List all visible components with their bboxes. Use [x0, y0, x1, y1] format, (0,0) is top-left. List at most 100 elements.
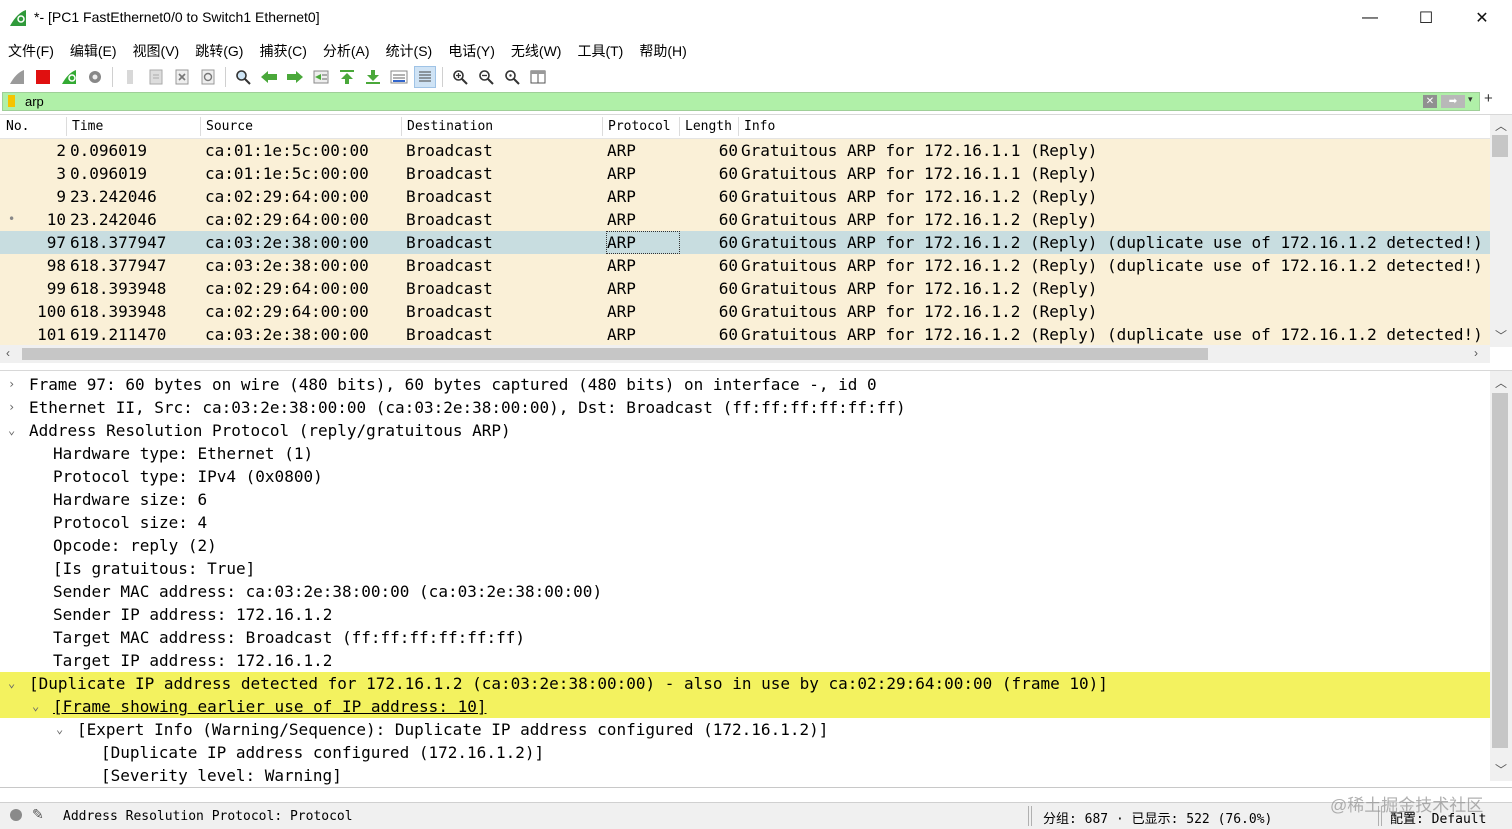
- close-file-icon[interactable]: [171, 66, 193, 88]
- detail-tree-item[interactable]: [Duplicate IP address configured (172.16…: [0, 741, 1490, 764]
- detail-tree-item[interactable]: [Severity level: Warning]: [0, 764, 1490, 787]
- go-last-packet-icon[interactable]: [362, 66, 384, 88]
- scroll-thumb[interactable]: [1492, 135, 1508, 157]
- scroll-thumb[interactable]: [22, 348, 1208, 360]
- menu-view[interactable]: 视图(V): [125, 38, 188, 62]
- scroll-up-icon[interactable]: ︿: [1495, 374, 1507, 391]
- go-to-packet-icon[interactable]: [310, 66, 332, 88]
- menu-telephony[interactable]: 电话(Y): [440, 38, 503, 62]
- packet-row[interactable]: 9 23.242046 ca:02:29:64:00:00 Broadcast ARP 6…: [0, 185, 1490, 208]
- menu-go[interactable]: 跳转(G): [187, 38, 251, 62]
- collapse-arrow-icon[interactable]: ⌄: [8, 672, 15, 695]
- detail-tree-item[interactable]: Protocol type: IPv4 (0x0800): [0, 465, 1490, 488]
- detail-tree-item[interactable]: › Frame 97: 60 bytes on wire (480 bits), …: [0, 373, 1490, 396]
- detail-tree-item[interactable]: Hardware type: Ethernet (1): [0, 442, 1490, 465]
- detail-tree-item[interactable]: Sender MAC address: ca:03:2e:38:00:00 (c…: [0, 580, 1490, 603]
- detail-tree-item[interactable]: ⌄ Address Resolution Protocol (reply/grat…: [0, 419, 1490, 442]
- packet-row[interactable]: 99 618.393948 ca:02:29:64:00:00 Broadcast AR…: [0, 277, 1490, 300]
- column-header-source[interactable]: Source: [206, 119, 253, 137]
- column-header-time[interactable]: Time: [72, 119, 103, 137]
- detail-tree-item[interactable]: Target IP address: 172.16.1.2: [0, 649, 1490, 672]
- add-filter-button[interactable]: +: [1484, 90, 1493, 107]
- expand-arrow-icon[interactable]: ›: [8, 396, 15, 419]
- expand-arrow-icon[interactable]: ›: [8, 373, 15, 396]
- display-filter-input[interactable]: [25, 93, 1405, 110]
- menu-file[interactable]: 文件(F): [0, 38, 62, 62]
- go-back-icon[interactable]: [258, 66, 280, 88]
- menu-capture[interactable]: 捕获(C): [251, 38, 314, 62]
- column-divider[interactable]: [679, 117, 680, 136]
- packet-row[interactable]: 101 619.211470 ca:03:2e:38:00:00 Broadcast A…: [0, 323, 1490, 346]
- column-divider[interactable]: [401, 117, 402, 136]
- maximize-button[interactable]: ☐: [1398, 0, 1454, 36]
- filter-bookmark-icon[interactable]: [8, 95, 15, 107]
- menu-tools[interactable]: 工具(T): [569, 38, 631, 62]
- detail-tree-item[interactable]: [Is gratuitous: True]: [0, 557, 1490, 580]
- column-header-length[interactable]: Length: [685, 119, 732, 137]
- filter-history-dropdown[interactable]: ▾: [1468, 94, 1473, 105]
- normal-size-icon[interactable]: [501, 66, 523, 88]
- scroll-thumb[interactable]: [1492, 393, 1508, 748]
- menu-statistics[interactable]: 统计(S): [378, 38, 441, 62]
- clear-filter-icon[interactable]: ✕: [1423, 95, 1437, 108]
- go-forward-icon[interactable]: [284, 66, 306, 88]
- detail-tree-item[interactable]: › Ethernet II, Src: ca:03:2e:38:00:00 (ca…: [0, 396, 1490, 419]
- colorize-list-icon[interactable]: [414, 66, 436, 88]
- menu-edit[interactable]: 编辑(E): [62, 38, 125, 62]
- reload-file-icon[interactable]: [197, 66, 219, 88]
- expert-info-icon[interactable]: [10, 809, 22, 821]
- menu-wireless[interactable]: 无线(W): [503, 38, 570, 62]
- collapse-arrow-icon[interactable]: ⌄: [56, 718, 63, 741]
- menu-help[interactable]: 帮助(H): [631, 38, 694, 62]
- auto-scroll-icon[interactable]: [388, 66, 410, 88]
- menu-analyze[interactable]: 分析(A): [315, 38, 378, 62]
- zoom-in-icon[interactable]: [449, 66, 471, 88]
- packet-row[interactable]: 100 618.393948 ca:02:29:64:00:00 Broadcast A…: [0, 300, 1490, 323]
- scroll-up-icon[interactable]: ︿: [1495, 117, 1507, 134]
- save-file-icon[interactable]: [145, 66, 167, 88]
- scroll-left-icon[interactable]: ‹: [6, 346, 10, 360]
- close-button[interactable]: ✕: [1454, 0, 1510, 36]
- minimize-button[interactable]: —: [1342, 0, 1398, 36]
- column-divider[interactable]: [66, 117, 67, 136]
- detail-tree-item[interactable]: Sender IP address: 172.16.1.2: [0, 603, 1490, 626]
- open-file-icon[interactable]: [119, 66, 141, 88]
- detail-tree-item[interactable]: Hardware size: 6: [0, 488, 1490, 511]
- detail-tree-item[interactable]: Target MAC address: Broadcast (ff:ff:ff:…: [0, 626, 1490, 649]
- column-divider[interactable]: [738, 117, 739, 136]
- column-header-destination[interactable]: Destination: [407, 119, 493, 137]
- find-packet-icon[interactable]: [232, 66, 254, 88]
- column-header-no[interactable]: No.: [6, 119, 29, 137]
- column-divider[interactable]: [602, 117, 603, 136]
- restart-capture-icon[interactable]: [58, 66, 80, 88]
- capture-comment-icon[interactable]: ✎: [32, 806, 44, 823]
- frame-reference-link[interactable]: [Frame showing earlier use of IP address…: [53, 695, 486, 718]
- packet-row[interactable]: • 10 23.242046 ca:02:29:64:00:00 Broadcast AR…: [0, 208, 1490, 231]
- column-header-protocol[interactable]: Protocol: [608, 119, 671, 137]
- column-header-info[interactable]: Info: [744, 119, 775, 137]
- packet-row[interactable]: 2 0.096019 ca:01:1e:5c:00:00 Broadcast ARP 60…: [0, 139, 1490, 162]
- detail-tree-item[interactable]: ⌄ [Frame showing earlier use of IP addres…: [0, 695, 1490, 718]
- packet-row[interactable]: 98 618.377947 ca:03:2e:38:00:00 Broadcast AR…: [0, 254, 1490, 277]
- go-first-packet-icon[interactable]: [336, 66, 358, 88]
- scroll-down-icon[interactable]: ﹀: [1495, 327, 1507, 344]
- collapse-arrow-icon[interactable]: ⌄: [32, 695, 39, 718]
- stop-capture-icon[interactable]: [32, 66, 54, 88]
- start-capture-icon[interactable]: [6, 66, 28, 88]
- packet-row[interactable]: 3 0.096019 ca:01:1e:5c:00:00 Broadcast ARP 60…: [0, 162, 1490, 185]
- packet-row[interactable]: 97 618.377947 ca:03:2e:38:00:00 Broadcast AR…: [0, 231, 1490, 254]
- detail-tree-item[interactable]: Opcode: reply (2): [0, 534, 1490, 557]
- apply-filter-icon[interactable]: ➡: [1441, 95, 1465, 108]
- detail-tree-item[interactable]: ⌄ [Duplicate IP address detected for 172.…: [0, 672, 1490, 695]
- detail-tree-item[interactable]: Protocol size: 4: [0, 511, 1490, 534]
- scroll-down-icon[interactable]: ﹀: [1495, 761, 1507, 778]
- detail-tree-item[interactable]: ⌄ [Expert Info (Warning/Sequence): Duplic…: [0, 718, 1490, 741]
- packet-list-vertical-scrollbar[interactable]: ︿ ﹀: [1490, 115, 1512, 347]
- column-divider[interactable]: [200, 117, 201, 136]
- packet-list-horizontal-scrollbar[interactable]: ‹ ›: [0, 345, 1490, 363]
- packet-bytes-pane[interactable]: [0, 787, 1512, 803]
- details-vertical-scrollbar[interactable]: ︿ ﹀: [1490, 371, 1512, 781]
- scroll-right-icon[interactable]: ›: [1474, 346, 1478, 360]
- capture-options-icon[interactable]: [84, 66, 106, 88]
- resize-columns-icon[interactable]: [527, 66, 549, 88]
